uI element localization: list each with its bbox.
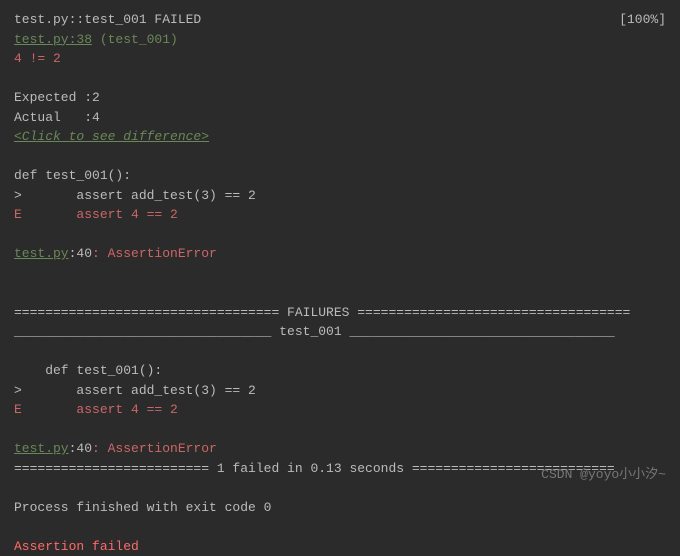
blank-line — [14, 283, 666, 303]
code-assert-line: > assert add_test(3) == 2 — [14, 186, 666, 206]
error-location-line-2: test.py:40: AssertionError — [14, 439, 666, 459]
exit-code-line: Process finished with exit code 0 — [14, 498, 666, 518]
code-def-line-2: def test_001(): — [14, 361, 666, 381]
diff-link[interactable]: <Click to see difference> — [14, 129, 209, 144]
actual-value: 4 — [92, 110, 100, 125]
error-location-line: test.py:40: AssertionError — [14, 244, 666, 264]
file-link[interactable]: test.py:38 — [14, 32, 92, 47]
blank-line — [14, 342, 666, 362]
code-error-line: E assert 4 == 2 — [14, 205, 666, 225]
code-assert-line-2: > assert add_test(3) == 2 — [14, 381, 666, 401]
code-error-line-2: E assert 4 == 2 — [14, 400, 666, 420]
blank-line — [14, 264, 666, 284]
error-type: : AssertionError — [92, 246, 217, 261]
blank-line — [14, 147, 666, 167]
line-number: :40 — [69, 441, 92, 456]
assertion-mismatch: 4 != 2 — [14, 49, 666, 69]
progress-text: [100%] — [619, 10, 666, 30]
blank-line — [14, 225, 666, 245]
test-status-text: test.py::test_001 FAILED — [14, 10, 201, 30]
error-type: : AssertionError — [92, 441, 217, 456]
expected-line: Expected :2 — [14, 88, 666, 108]
assertion-failed-line: Assertion failed — [14, 537, 666, 556]
file-link[interactable]: test.py — [14, 246, 69, 261]
file-link[interactable]: test.py — [14, 441, 69, 456]
blank-line — [14, 517, 666, 537]
code-def-line: def test_001(): — [14, 166, 666, 186]
blank-line — [14, 420, 666, 440]
actual-line: Actual :4 — [14, 108, 666, 128]
status-header: test.py::test_001 FAILED [100%] — [14, 10, 666, 30]
watermark: CSDN @yoyo小小汐~ — [541, 465, 666, 485]
line-number: :40 — [69, 246, 92, 261]
expected-value: 2 — [92, 90, 100, 105]
trace-file-line: test.py:38 (test_001) — [14, 30, 666, 50]
expected-label: Expected : — [14, 90, 92, 105]
failures-section-header: ================================== FAILU… — [14, 303, 666, 323]
diff-link-line: <Click to see difference> — [14, 127, 666, 147]
blank-line — [14, 69, 666, 89]
test-name: (test_001) — [92, 32, 178, 47]
test-section-header: _________________________________ test_0… — [14, 322, 666, 342]
actual-label: Actual : — [14, 110, 92, 125]
